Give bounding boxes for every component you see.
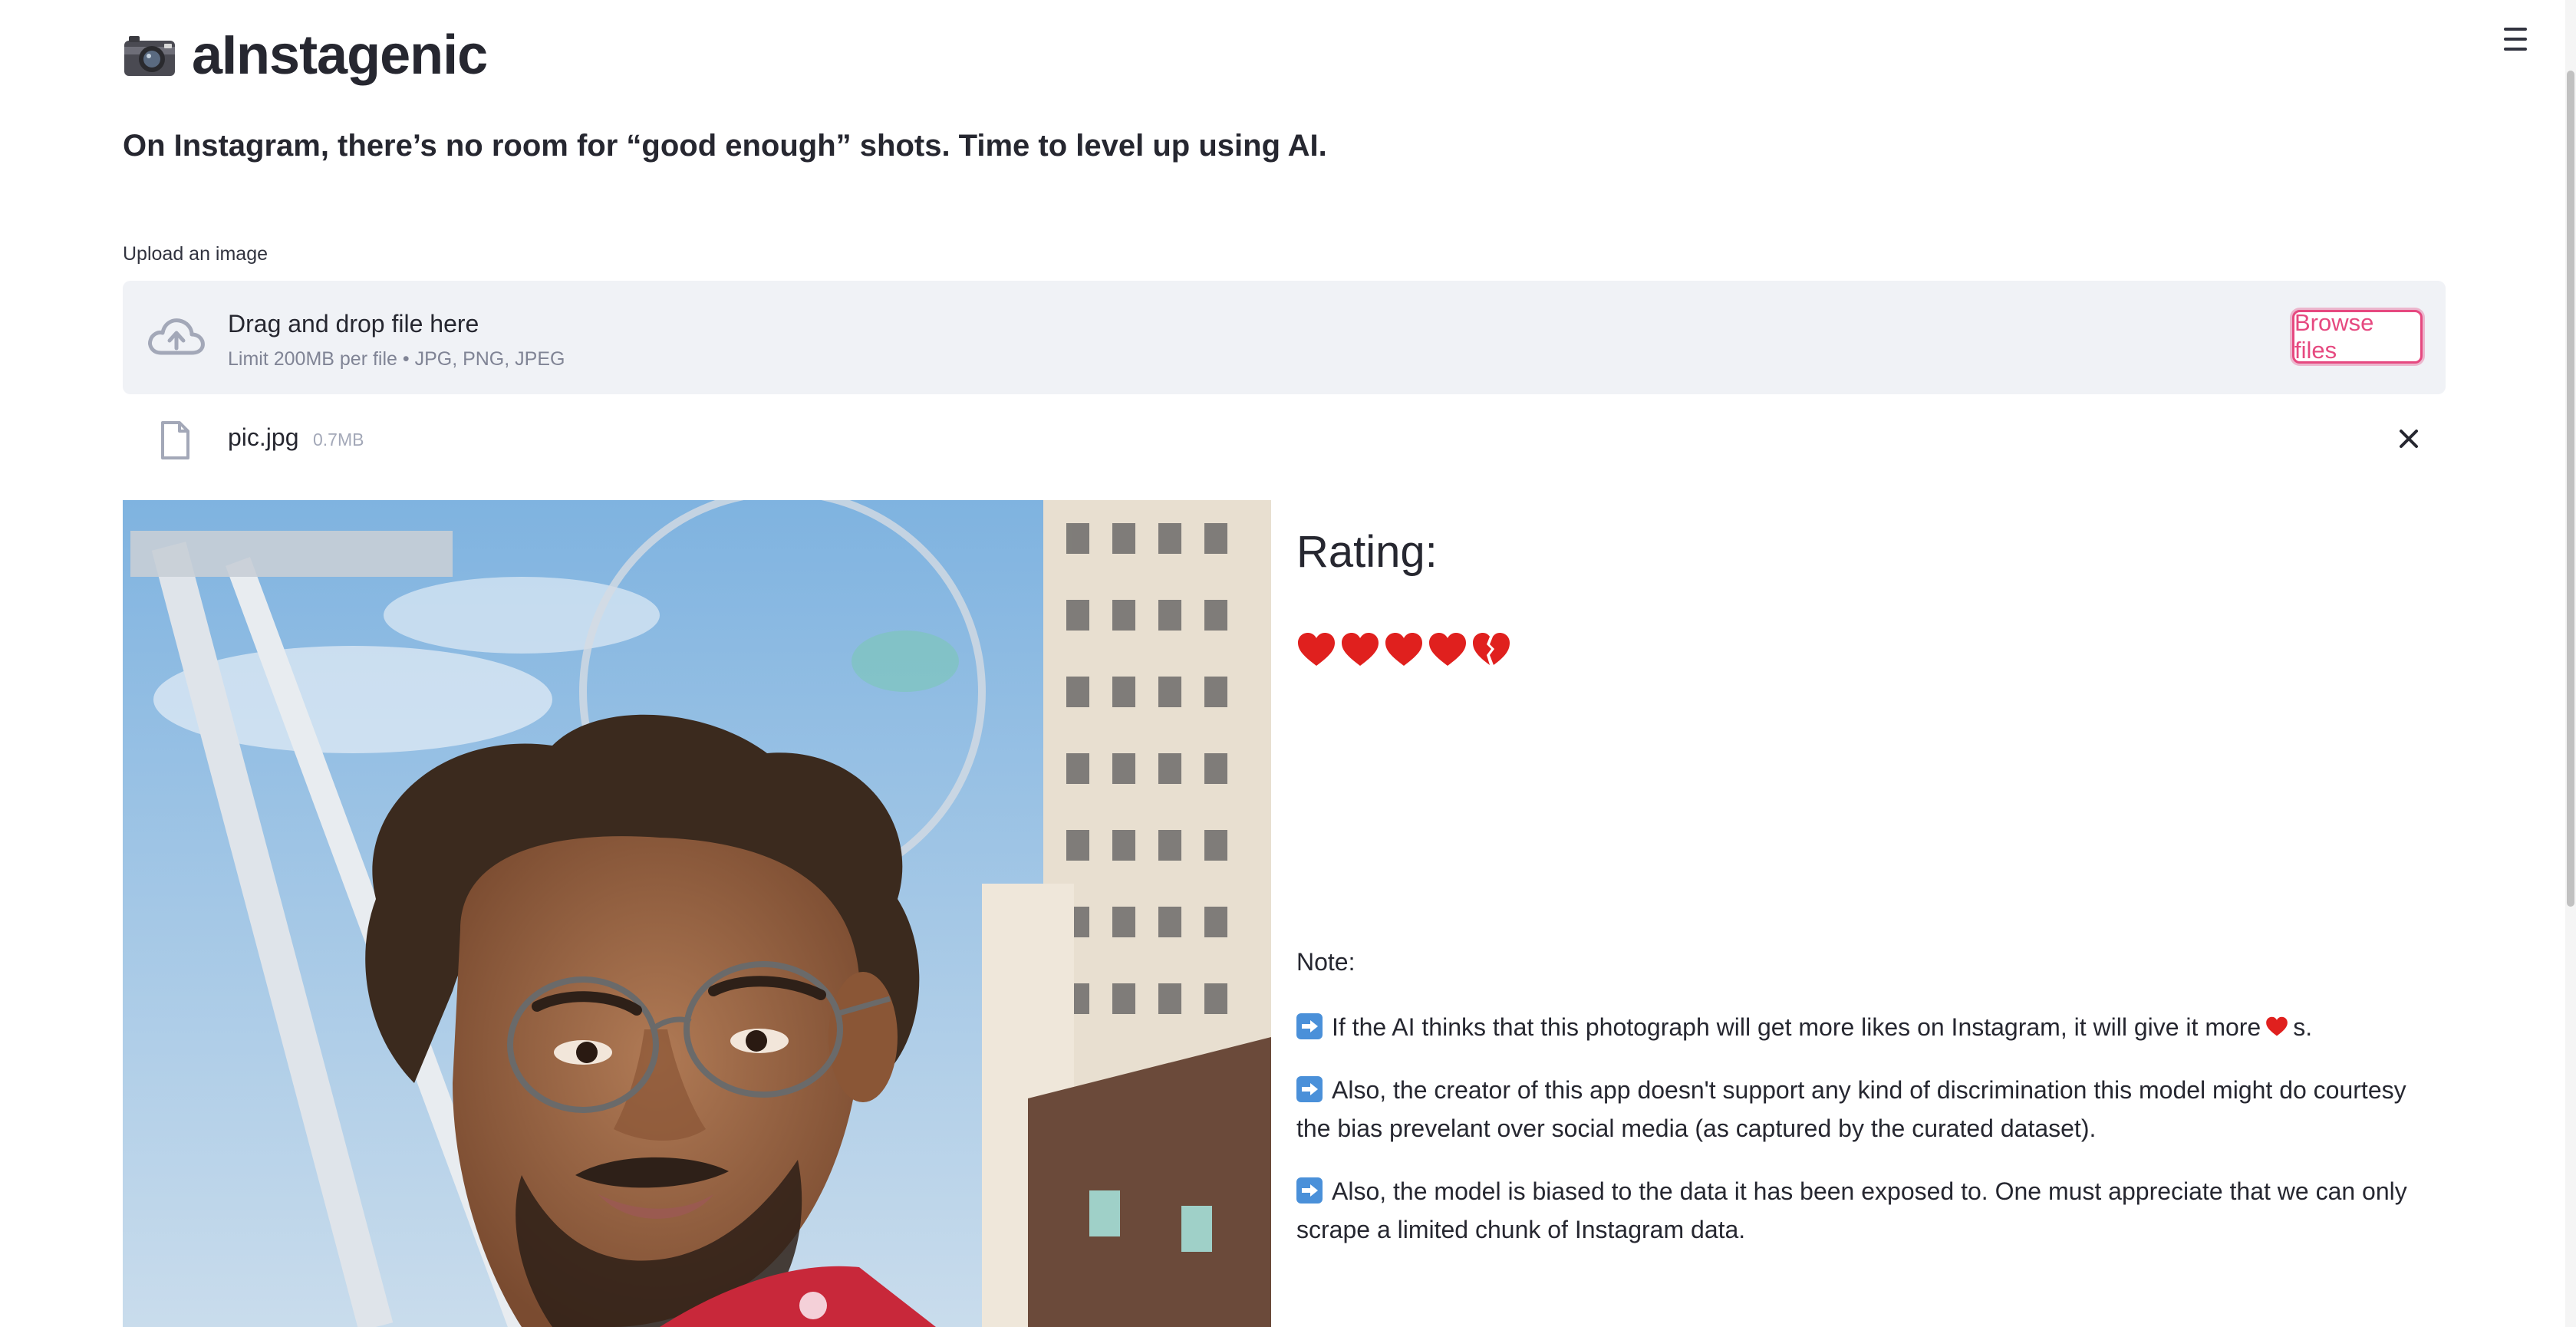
dropzone-limit: Limit 200MB per file • JPG, PNG, JPEG xyxy=(228,348,565,370)
camera-icon xyxy=(123,33,176,77)
note-line-1: If the AI thinks that this photograph wi… xyxy=(1296,1008,2439,1046)
rating-heading: Rating: xyxy=(1296,527,1438,577)
file-dropzone[interactable]: Drag and drop file here Limit 200MB per … xyxy=(123,281,2446,394)
page-title: aInstagenic xyxy=(192,25,488,86)
uploaded-file-row: pic.jpg 0.7MB xyxy=(123,414,2446,465)
arrow-right-icon xyxy=(1296,1013,1323,1039)
heart-icon xyxy=(1342,633,1379,666)
heart-icon xyxy=(1298,633,1335,666)
note-line-2: Also, the creator of this app doesn't su… xyxy=(1296,1071,2439,1148)
scrollbar-thumb[interactable] xyxy=(2567,71,2574,907)
menu-icon[interactable] xyxy=(2504,28,2527,51)
cloud-upload-icon xyxy=(146,310,207,362)
note-line-3-text: Also, the model is biased to the data it… xyxy=(1296,1177,2407,1243)
scrollbar[interactable] xyxy=(2565,0,2576,1327)
file-name: pic.jpg xyxy=(228,423,299,451)
app-header: aInstagenic xyxy=(123,23,488,87)
note-line-3: Also, the model is biased to the data it… xyxy=(1296,1172,2439,1249)
close-icon[interactable] xyxy=(2395,425,2423,453)
file-size: 0.7MB xyxy=(313,430,364,449)
rating-hearts xyxy=(1296,631,1515,670)
uploaded-photo xyxy=(123,500,1271,1327)
browse-files-button[interactable]: Browse files xyxy=(2292,309,2423,364)
note-line-2-text: Also, the creator of this app doesn't su… xyxy=(1296,1076,2406,1142)
note-line-1-suffix: s. xyxy=(2293,1013,2313,1041)
page-subtitle: On Instagram, there’s no room for “good … xyxy=(123,129,1327,163)
heart-icon xyxy=(1385,633,1422,666)
file-icon xyxy=(160,420,190,460)
note-label: Note: xyxy=(1296,948,1356,976)
heart-icon xyxy=(1429,633,1466,666)
broken-heart-icon xyxy=(1473,633,1510,665)
heart-icon xyxy=(2266,1016,2288,1036)
note-line-1-text: If the AI thinks that this photograph wi… xyxy=(1332,1013,2261,1041)
arrow-right-icon xyxy=(1296,1177,1323,1204)
upload-label: Upload an image xyxy=(123,243,268,265)
dropzone-title: Drag and drop file here xyxy=(228,310,479,338)
arrow-right-icon xyxy=(1296,1076,1323,1102)
